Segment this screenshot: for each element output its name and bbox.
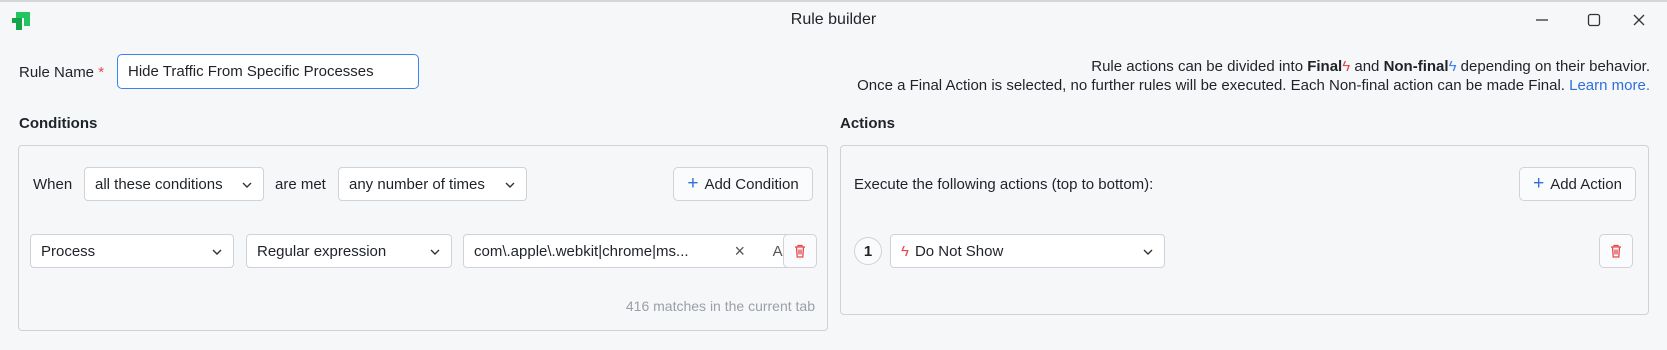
chevron-down-icon	[242, 182, 252, 188]
chevron-down-icon	[505, 182, 515, 188]
chevron-down-icon	[212, 249, 222, 255]
rule-name-label: Rule Name *	[19, 64, 104, 81]
action-type-select[interactable]: ϟ Do Not Show	[890, 234, 1165, 268]
info-line2: Once a Final Action is selected, no furt…	[857, 77, 1570, 94]
close-button[interactable]	[1619, 6, 1659, 34]
info-line1-suffix: depending on their behavior.	[1456, 58, 1650, 75]
final-bolt-icon: ϟ	[901, 242, 909, 260]
delete-condition-button[interactable]	[783, 234, 817, 268]
required-marker: *	[98, 64, 105, 81]
match-mode-value: all these conditions	[95, 175, 223, 193]
match-mode-select[interactable]: all these conditions	[84, 167, 264, 201]
actions-description: Execute the following actions (top to bo…	[854, 176, 1154, 193]
chevron-down-icon	[1143, 249, 1153, 255]
actions-panel: Execute the following actions (top to bo…	[840, 145, 1649, 315]
chevron-down-icon	[430, 249, 440, 255]
learn-more-link[interactable]: Learn more.	[1569, 77, 1650, 94]
rule-name-input[interactable]	[117, 54, 419, 89]
condition-operator-select[interactable]: Regular expression	[246, 234, 452, 268]
final-label: Final	[1307, 58, 1343, 75]
nonfinal-bolt-icon: ϟ	[1448, 58, 1457, 75]
minimize-button[interactable]	[1522, 6, 1562, 34]
conditions-title: Conditions	[19, 115, 98, 132]
condition-field-select[interactable]: Process	[30, 234, 234, 268]
condition-field-value: Process	[41, 242, 96, 260]
close-icon	[1633, 14, 1645, 26]
rule-actions-info: Rule actions can be divided into Finalϟ …	[857, 57, 1650, 95]
maximize-button[interactable]	[1574, 6, 1614, 34]
info-and-text: and	[1350, 58, 1384, 75]
frequency-value: any number of times	[349, 175, 485, 193]
are-met-label: are met	[275, 176, 326, 193]
info-line1-prefix: Rule actions can be divided into	[1091, 58, 1308, 75]
add-action-button[interactable]: + Add Action	[1519, 167, 1636, 201]
plus-icon: +	[687, 172, 699, 194]
minimize-icon	[1536, 19, 1548, 21]
add-condition-button[interactable]: + Add Condition	[673, 167, 813, 201]
action-type-value: Do Not Show	[914, 242, 1004, 260]
condition-value-text: com\.apple\.webkit|chrome|ms...	[474, 243, 689, 260]
delete-action-button[interactable]	[1599, 234, 1633, 268]
when-label: When	[33, 176, 73, 193]
window-title: Rule builder	[790, 11, 877, 28]
clear-icon[interactable]: ×	[734, 241, 745, 262]
add-condition-label: Add Condition	[704, 175, 799, 193]
actions-title: Actions	[840, 115, 896, 132]
condition-value-input[interactable]: com\.apple\.webkit|chrome|ms... × Aa	[463, 234, 800, 268]
plus-icon: +	[1533, 172, 1545, 194]
add-action-label: Add Action	[1550, 175, 1622, 193]
action-step-number: 1	[854, 237, 882, 265]
conditions-panel: When all these conditions are met any nu…	[18, 145, 828, 331]
trash-icon	[795, 244, 805, 258]
final-bolt-icon: ϟ	[1342, 58, 1351, 75]
condition-operator-value: Regular expression	[257, 242, 387, 260]
matches-count: 416 matches in the current tab	[625, 298, 815, 314]
frequency-select[interactable]: any number of times	[338, 167, 527, 201]
rule-name-label-text: Rule Name	[19, 64, 95, 81]
trash-icon	[1611, 244, 1621, 258]
nonfinal-label: Non-final	[1383, 58, 1449, 75]
maximize-icon	[1587, 13, 1601, 27]
title-bar: Rule builder	[0, 0, 1667, 35]
